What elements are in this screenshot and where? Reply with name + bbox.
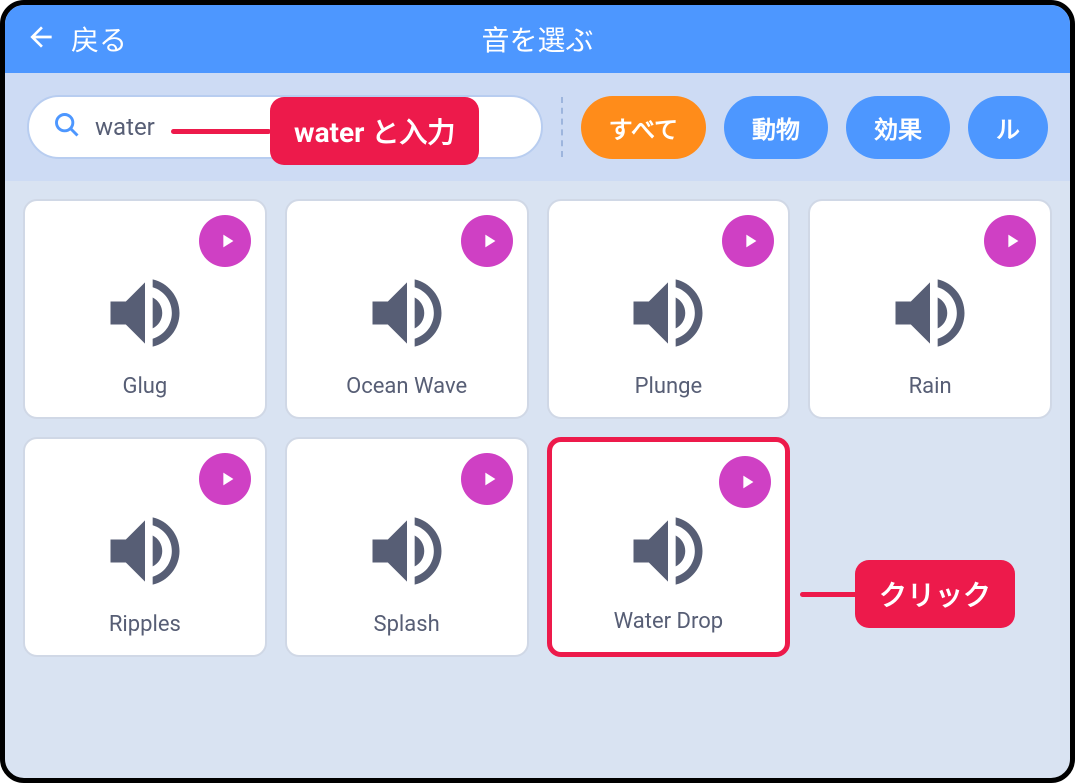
sound-card-ocean-wave[interactable]: Ocean Wave bbox=[285, 199, 529, 419]
sound-name: Ripples bbox=[109, 612, 181, 637]
filter-tab-effects[interactable]: 効果 bbox=[846, 96, 950, 159]
sound-name: Splash bbox=[374, 612, 440, 637]
speaker-icon bbox=[361, 267, 453, 363]
sound-name: Rain bbox=[909, 374, 952, 399]
play-button[interactable] bbox=[461, 215, 513, 267]
filter-tab-animals[interactable]: 動物 bbox=[724, 96, 828, 159]
sound-name: Ocean Wave bbox=[346, 374, 467, 399]
sound-card-ripples[interactable]: Ripples bbox=[23, 437, 267, 657]
back-arrow-icon bbox=[25, 21, 57, 57]
speaker-icon bbox=[884, 267, 976, 363]
sound-card-water-drop[interactable]: Water Drop bbox=[547, 437, 791, 657]
header-bar: 戻る 音を選ぶ bbox=[5, 5, 1070, 73]
annotation-line bbox=[800, 592, 858, 597]
filter-separator bbox=[561, 97, 563, 157]
filter-tab-all[interactable]: すべて bbox=[581, 96, 706, 159]
page-title: 音を選ぶ bbox=[481, 19, 593, 59]
sound-card-rain[interactable]: Rain bbox=[808, 199, 1052, 419]
sound-card-glug[interactable]: Glug bbox=[23, 199, 267, 419]
back-button[interactable]: 戻る bbox=[25, 19, 127, 59]
sound-name: Plunge bbox=[635, 374, 703, 399]
play-button[interactable] bbox=[199, 215, 251, 267]
speaker-icon bbox=[361, 505, 453, 601]
filter-tabs: すべて 動物 効果 ル bbox=[581, 96, 1048, 159]
sound-card-splash[interactable]: Splash bbox=[285, 437, 529, 657]
annotation-line bbox=[171, 129, 271, 134]
speaker-icon bbox=[622, 505, 714, 601]
play-button[interactable] bbox=[719, 456, 771, 508]
sound-card-plunge[interactable]: Plunge bbox=[547, 199, 791, 419]
sound-library-window: 戻る 音を選ぶ すべて 動物 効果 ル bbox=[0, 0, 1075, 783]
search-icon bbox=[53, 111, 81, 143]
back-label: 戻る bbox=[71, 19, 127, 59]
play-button[interactable] bbox=[199, 453, 251, 505]
filter-bar: すべて 動物 効果 ル bbox=[5, 73, 1070, 181]
annotation-click: クリック bbox=[855, 560, 1015, 628]
sound-name: Glug bbox=[122, 374, 167, 399]
play-button[interactable] bbox=[984, 215, 1036, 267]
speaker-icon bbox=[622, 267, 714, 363]
speaker-icon bbox=[99, 505, 191, 601]
annotation-search: water と入力 bbox=[270, 97, 479, 165]
sound-name: Water Drop bbox=[614, 609, 723, 634]
filter-tab-next[interactable]: ル bbox=[968, 96, 1048, 159]
speaker-icon bbox=[99, 267, 191, 363]
play-button[interactable] bbox=[461, 453, 513, 505]
play-button[interactable] bbox=[722, 215, 774, 267]
